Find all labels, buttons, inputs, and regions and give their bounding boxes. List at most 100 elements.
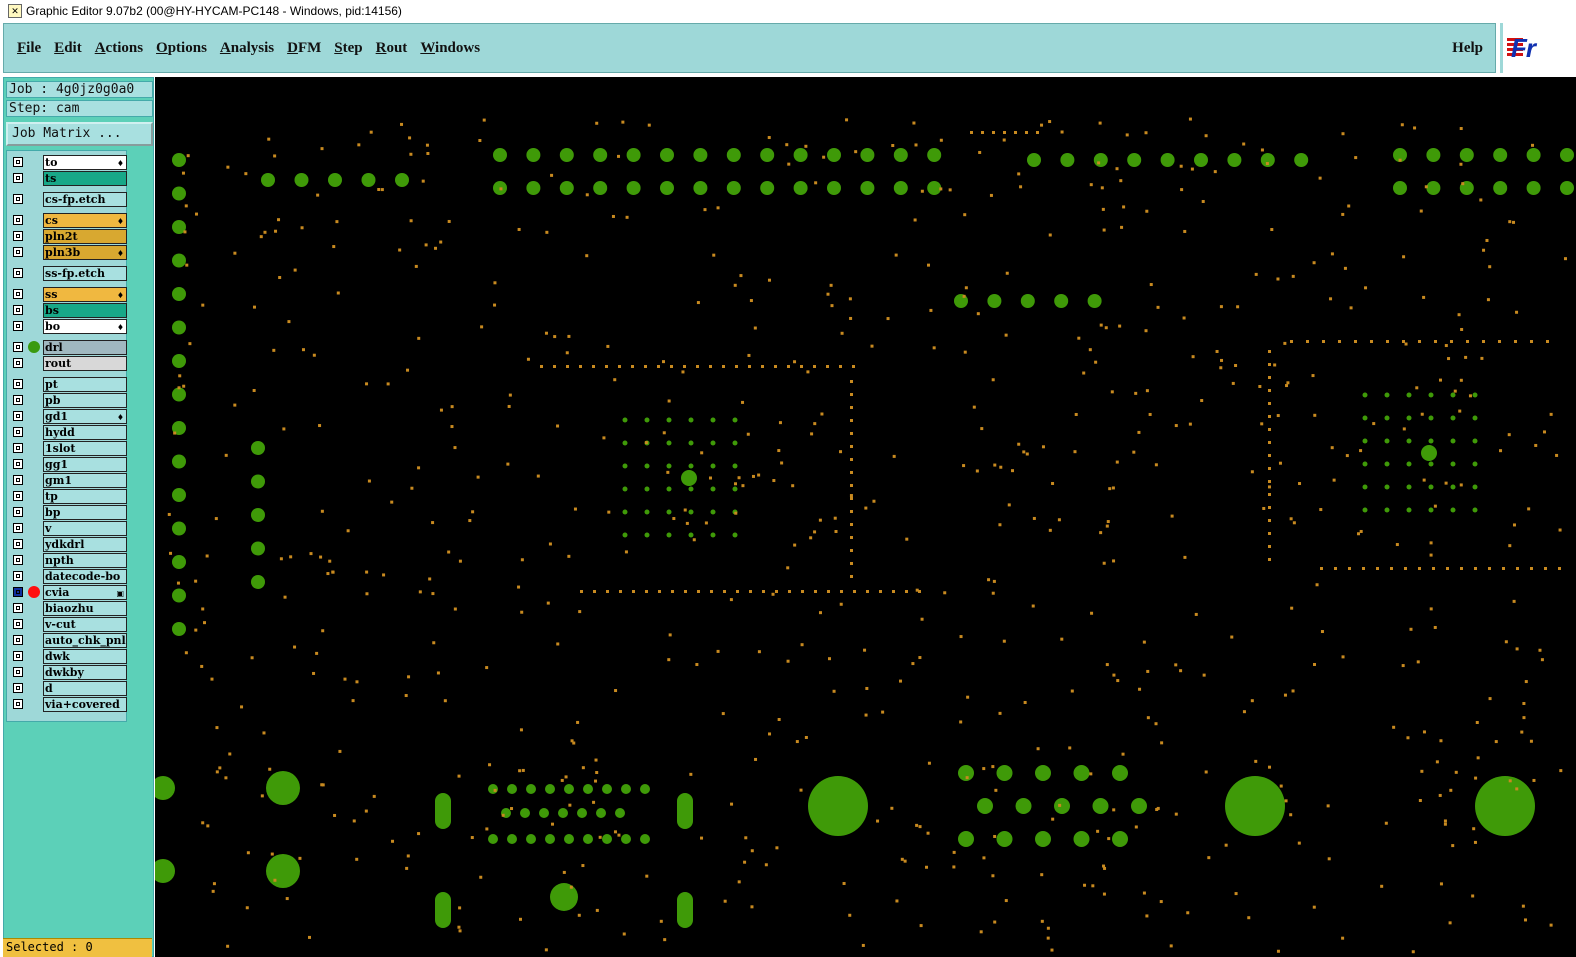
layer-row[interactable]: biaozhu — [9, 601, 127, 617]
layer-checkbox[interactable] — [13, 289, 23, 299]
menu-rout[interactable]: Rout — [376, 40, 408, 57]
layer-checkbox[interactable] — [13, 173, 23, 183]
layer-name[interactable]: datecode-bo — [43, 569, 127, 584]
layer-row[interactable]: ydkdrl — [9, 537, 127, 553]
job-matrix-button[interactable]: Job Matrix ... — [6, 122, 153, 146]
layer-name[interactable]: gm1 — [43, 473, 127, 488]
layer-checkbox[interactable] — [13, 321, 23, 331]
layer-checkbox[interactable] — [13, 342, 23, 352]
layer-name[interactable]: to ♦ — [43, 155, 127, 170]
layer-row[interactable]: dwk — [9, 649, 127, 665]
layer-name[interactable]: bo ♦ — [43, 319, 127, 334]
layer-row[interactable]: cs ♦ — [9, 213, 127, 229]
layer-row[interactable]: v — [9, 521, 127, 537]
layer-checkbox[interactable] — [13, 667, 23, 677]
layer-checkbox[interactable] — [13, 305, 23, 315]
layer-row[interactable]: pln3b ♦ — [9, 245, 127, 261]
menu-dfm[interactable]: DFM — [287, 40, 321, 57]
menu-edit[interactable]: Edit — [54, 40, 82, 57]
layer-checkbox[interactable] — [13, 395, 23, 405]
layer-name[interactable]: ts — [43, 171, 127, 186]
menu-options[interactable]: Options — [156, 40, 207, 57]
layer-name[interactable]: v — [43, 521, 127, 536]
layer-row[interactable]: ts — [9, 171, 127, 187]
layer-checkbox[interactable] — [13, 555, 23, 565]
layer-row[interactable]: to ♦ — [9, 155, 127, 171]
layer-row[interactable]: auto_chk_pnl — [9, 633, 127, 649]
layer-checkbox[interactable] — [13, 539, 23, 549]
layer-name[interactable]: dwkby — [43, 665, 127, 680]
layer-checkbox[interactable] — [13, 157, 23, 167]
menu-file[interactable]: File — [17, 40, 41, 57]
layer-row[interactable]: bo ♦ — [9, 319, 127, 335]
menu-step[interactable]: Step — [334, 40, 362, 57]
layer-name[interactable]: gg1 — [43, 457, 127, 472]
layer-name[interactable]: ydkdrl — [43, 537, 127, 552]
menu-analysis[interactable]: Analysis — [220, 40, 274, 57]
layer-checkbox[interactable] — [13, 683, 23, 693]
layer-name[interactable]: bp — [43, 505, 127, 520]
layer-checkbox[interactable] — [13, 635, 23, 645]
layer-row[interactable]: rout — [9, 356, 127, 372]
layer-row[interactable]: gd1 ♦ — [9, 409, 127, 425]
layer-row[interactable]: pb — [9, 393, 127, 409]
layer-checkbox[interactable] — [13, 475, 23, 485]
layer-row[interactable]: gm1 — [9, 473, 127, 489]
layer-checkbox[interactable] — [13, 571, 23, 581]
menu-help[interactable]: Help — [1452, 40, 1483, 57]
layer-name[interactable]: pb — [43, 393, 127, 408]
layer-checkbox[interactable] — [13, 427, 23, 437]
layer-checkbox[interactable] — [13, 491, 23, 501]
layer-name[interactable]: pln2t — [43, 229, 127, 244]
layer-checkbox[interactable] — [13, 459, 23, 469]
layer-row[interactable]: ss-fp.etch — [9, 266, 127, 282]
layer-name[interactable]: 1slot — [43, 441, 127, 456]
layer-checkbox[interactable] — [13, 507, 23, 517]
layer-checkbox[interactable] — [13, 603, 23, 613]
layer-name[interactable]: ss ♦ — [43, 287, 127, 302]
graphic-canvas[interactable] — [155, 77, 1576, 957]
layer-name[interactable]: cvia ▣ — [43, 585, 127, 600]
layer-name[interactable]: ss-fp.etch — [43, 266, 127, 281]
layer-checkbox[interactable] — [13, 619, 23, 629]
layer-checkbox[interactable] — [13, 215, 23, 225]
layer-name[interactable]: drl — [43, 340, 127, 355]
layer-name[interactable]: gd1 ♦ — [43, 409, 127, 424]
layer-name[interactable]: rout — [43, 356, 127, 371]
layer-row[interactable]: cvia ▣ — [9, 585, 127, 601]
layer-row[interactable]: drl — [9, 340, 127, 356]
layer-row[interactable]: d — [9, 681, 127, 697]
layer-row[interactable]: npth — [9, 553, 127, 569]
layer-row[interactable]: pt — [9, 377, 127, 393]
layer-row[interactable]: pln2t — [9, 229, 127, 245]
layer-name[interactable]: hydd — [43, 425, 127, 440]
pcb-view[interactable] — [155, 77, 1576, 957]
layer-checkbox[interactable] — [13, 699, 23, 709]
layer-name[interactable]: tp — [43, 489, 127, 504]
layer-checkbox[interactable] — [13, 358, 23, 368]
layer-checkbox[interactable] — [13, 443, 23, 453]
layer-checkbox[interactable] — [13, 268, 23, 278]
layer-checkbox[interactable] — [13, 379, 23, 389]
layer-checkbox[interactable] — [13, 587, 23, 597]
layer-name[interactable]: via+covered — [43, 697, 127, 712]
layer-row[interactable]: v-cut — [9, 617, 127, 633]
layer-name[interactable]: pln3b ♦ — [43, 245, 127, 260]
layer-row[interactable]: 1slot — [9, 441, 127, 457]
layer-name[interactable]: cs-fp.etch — [43, 192, 127, 207]
layer-checkbox[interactable] — [13, 247, 23, 257]
layer-checkbox[interactable] — [13, 194, 23, 204]
layer-name[interactable]: auto_chk_pnl — [43, 633, 127, 648]
layer-name[interactable]: pt — [43, 377, 127, 392]
layer-name[interactable]: npth — [43, 553, 127, 568]
layer-name[interactable]: d — [43, 681, 127, 696]
layer-row[interactable]: via+covered — [9, 697, 127, 713]
layer-row[interactable]: gg1 — [9, 457, 127, 473]
layer-name[interactable]: cs ♦ — [43, 213, 127, 228]
layer-name[interactable]: dwk — [43, 649, 127, 664]
menu-actions[interactable]: Actions — [95, 40, 143, 57]
layer-row[interactable]: bp — [9, 505, 127, 521]
layer-name[interactable]: biaozhu — [43, 601, 127, 616]
layer-checkbox[interactable] — [13, 411, 23, 421]
layer-row[interactable]: cs-fp.etch — [9, 192, 127, 208]
